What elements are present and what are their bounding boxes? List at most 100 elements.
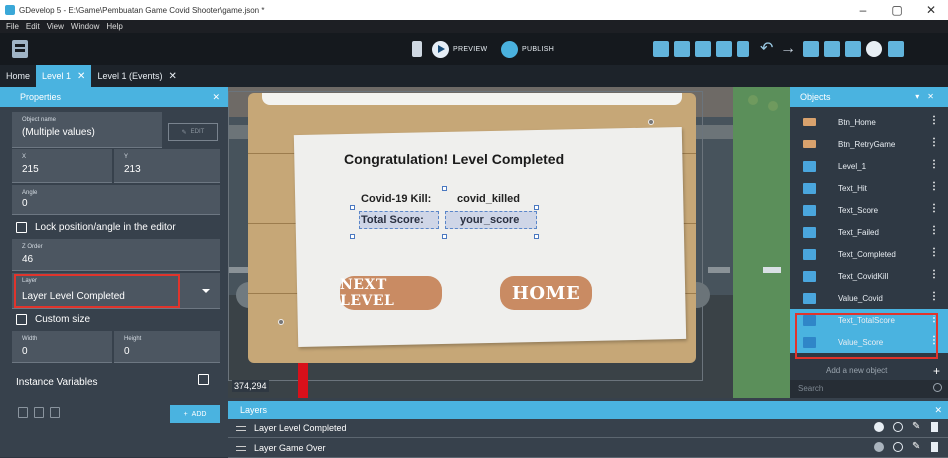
more-options-icon[interactable]: ⋮ (929, 138, 939, 148)
resize-handle[interactable] (442, 234, 447, 239)
tab-level-1[interactable]: Level 1 ✕ (36, 65, 92, 87)
resize-handle[interactable] (534, 234, 539, 239)
object-item-btn-retrygame[interactable]: Btn_RetryGame ⋮ (790, 133, 948, 155)
trash-icon[interactable] (931, 442, 938, 452)
trash-icon[interactable] (931, 422, 938, 432)
menu-view[interactable]: View (47, 22, 64, 31)
add-new-object-button[interactable]: Add a new object + (790, 362, 948, 380)
more-options-icon[interactable]: ⋮ (929, 292, 939, 302)
drag-handle-icon[interactable] (236, 425, 246, 431)
visibility-icon[interactable] (874, 422, 884, 432)
total-score-value[interactable]: your_score (460, 214, 519, 226)
maximize-button[interactable]: ▢ (880, 0, 914, 20)
lock-checkbox-row[interactable]: Lock position/angle in the editor (16, 222, 176, 233)
object-item-btn-home[interactable]: Btn_Home ⋮ (790, 111, 948, 133)
undo-icon[interactable]: ↶ (760, 41, 776, 57)
covid-kill-label[interactable]: Covid-19 Kill: (361, 193, 431, 205)
object-item-text-failed[interactable]: Text_Failed ⋮ (790, 221, 948, 243)
pencil-icon[interactable]: ✎ (912, 422, 922, 432)
layers-icon[interactable] (716, 41, 732, 57)
add-variable-button[interactable]: + ADD (170, 405, 220, 423)
lighting-icon[interactable] (893, 422, 903, 432)
grid-settings-icon[interactable] (845, 41, 861, 57)
edit-object-button[interactable]: ✎ EDIT (168, 123, 218, 141)
object-search-input[interactable]: Search (790, 380, 948, 398)
object-item-text-hit[interactable]: Text_Hit ⋮ (790, 177, 948, 199)
next-level-button-sprite[interactable]: NEXT LEVEL (340, 276, 442, 310)
covid-kill-value[interactable]: covid_killed (457, 193, 520, 205)
publish-button[interactable]: PUBLISH (501, 39, 554, 59)
angle-field[interactable]: Angle 0 (12, 185, 220, 215)
scene-editor-canvas[interactable]: Congratulation! Level Completed Covid-19… (228, 87, 790, 398)
menu-file[interactable]: File (6, 22, 19, 31)
more-options-icon[interactable]: ⋮ (929, 160, 939, 170)
more-options-icon[interactable]: ⋮ (929, 204, 939, 214)
zorder-field[interactable]: Z Order 46 (12, 239, 220, 271)
zoom-icon[interactable] (866, 41, 882, 57)
minimize-button[interactable]: – (846, 0, 880, 20)
object-item-level-1[interactable]: Level_1 ⋮ (790, 155, 948, 177)
close-tab-icon[interactable]: ✕ (77, 71, 85, 82)
object-groups-icon[interactable] (674, 41, 690, 57)
more-options-icon[interactable]: ⋮ (929, 116, 939, 126)
visibility-off-icon[interactable] (874, 442, 884, 452)
lock-label: Lock position/angle in the editor (35, 222, 176, 233)
tab-home[interactable]: Home (0, 65, 36, 87)
menu-help[interactable]: Help (106, 22, 122, 31)
trash-icon[interactable] (50, 407, 60, 418)
instances-list-icon[interactable] (737, 41, 749, 57)
scene-settings-icon[interactable] (412, 41, 422, 57)
edit-instance-icon[interactable] (803, 41, 819, 57)
lighting-icon[interactable] (893, 442, 903, 452)
layer-item-level-completed[interactable]: Layer Level Completed ✎ (228, 419, 948, 438)
properties-icon[interactable] (695, 41, 711, 57)
resize-handle[interactable] (350, 234, 355, 239)
object-name: Btn_Home (838, 117, 876, 127)
close-panel-icon[interactable]: ✕ (212, 87, 220, 107)
layer-item-game-over[interactable]: Layer Game Over ✎ (228, 439, 948, 458)
x-field[interactable]: X 215 (12, 149, 112, 183)
height-field[interactable]: Height 0 (114, 331, 220, 363)
custom-size-row[interactable]: Custom size (16, 314, 90, 325)
drag-handle-icon[interactable] (236, 445, 246, 451)
scene-objects-icon[interactable] (653, 41, 669, 57)
more-options-icon[interactable]: ⋮ (929, 248, 939, 258)
close-panel-icon[interactable]: ✕ (927, 92, 942, 101)
lock-checkbox[interactable] (16, 222, 27, 233)
resize-handle[interactable] (350, 205, 355, 210)
object-item-text-score[interactable]: Text_Score ⋮ (790, 199, 948, 221)
open-external-icon[interactable] (198, 374, 209, 385)
object-item-text-completed[interactable]: Text_Completed ⋮ (790, 243, 948, 265)
pin-icon (648, 119, 654, 125)
close-panel-icon[interactable]: ✕ (934, 401, 942, 419)
more-options-icon[interactable]: ⋮ (929, 270, 939, 280)
paste-icon[interactable] (34, 407, 44, 418)
resize-handle[interactable] (534, 205, 539, 210)
menu-edit[interactable]: Edit (26, 22, 40, 31)
resize-handle[interactable] (442, 186, 447, 191)
tab-level-1-events[interactable]: Level 1 (Events) ✕ (91, 65, 182, 87)
congratulation-text[interactable]: Congratulation! Level Completed (344, 151, 564, 167)
more-options-icon[interactable]: ⋮ (929, 182, 939, 192)
preview-button[interactable]: PREVIEW (432, 39, 487, 59)
home-button-sprite[interactable]: HOME (500, 276, 592, 310)
total-score-label[interactable]: Total Score: (361, 214, 424, 226)
filter-icon[interactable]: ▾ (915, 92, 927, 101)
chevron-down-icon[interactable] (202, 289, 210, 293)
custom-size-checkbox[interactable] (16, 314, 27, 325)
project-manager-icon[interactable] (12, 40, 28, 58)
tab-level-1-label: Level 1 (42, 71, 72, 81)
redo-icon[interactable]: → (780, 41, 796, 57)
close-window-button[interactable]: ✕ (914, 0, 948, 20)
y-field[interactable]: Y 213 (114, 149, 220, 183)
copy-icon[interactable] (18, 407, 28, 418)
pencil-icon[interactable]: ✎ (912, 442, 922, 452)
object-item-text-covidkill[interactable]: Text_CovidKill ⋮ (790, 265, 948, 287)
more-options-icon[interactable]: ⋮ (929, 226, 939, 236)
object-item-value-covid[interactable]: Value_Covid ⋮ (790, 287, 948, 309)
close-tab-icon[interactable]: ✕ (168, 71, 176, 82)
window-icon[interactable] (888, 41, 904, 57)
grid-icon[interactable] (824, 41, 840, 57)
width-field[interactable]: Width 0 (12, 331, 112, 363)
menu-window[interactable]: Window (71, 22, 99, 31)
